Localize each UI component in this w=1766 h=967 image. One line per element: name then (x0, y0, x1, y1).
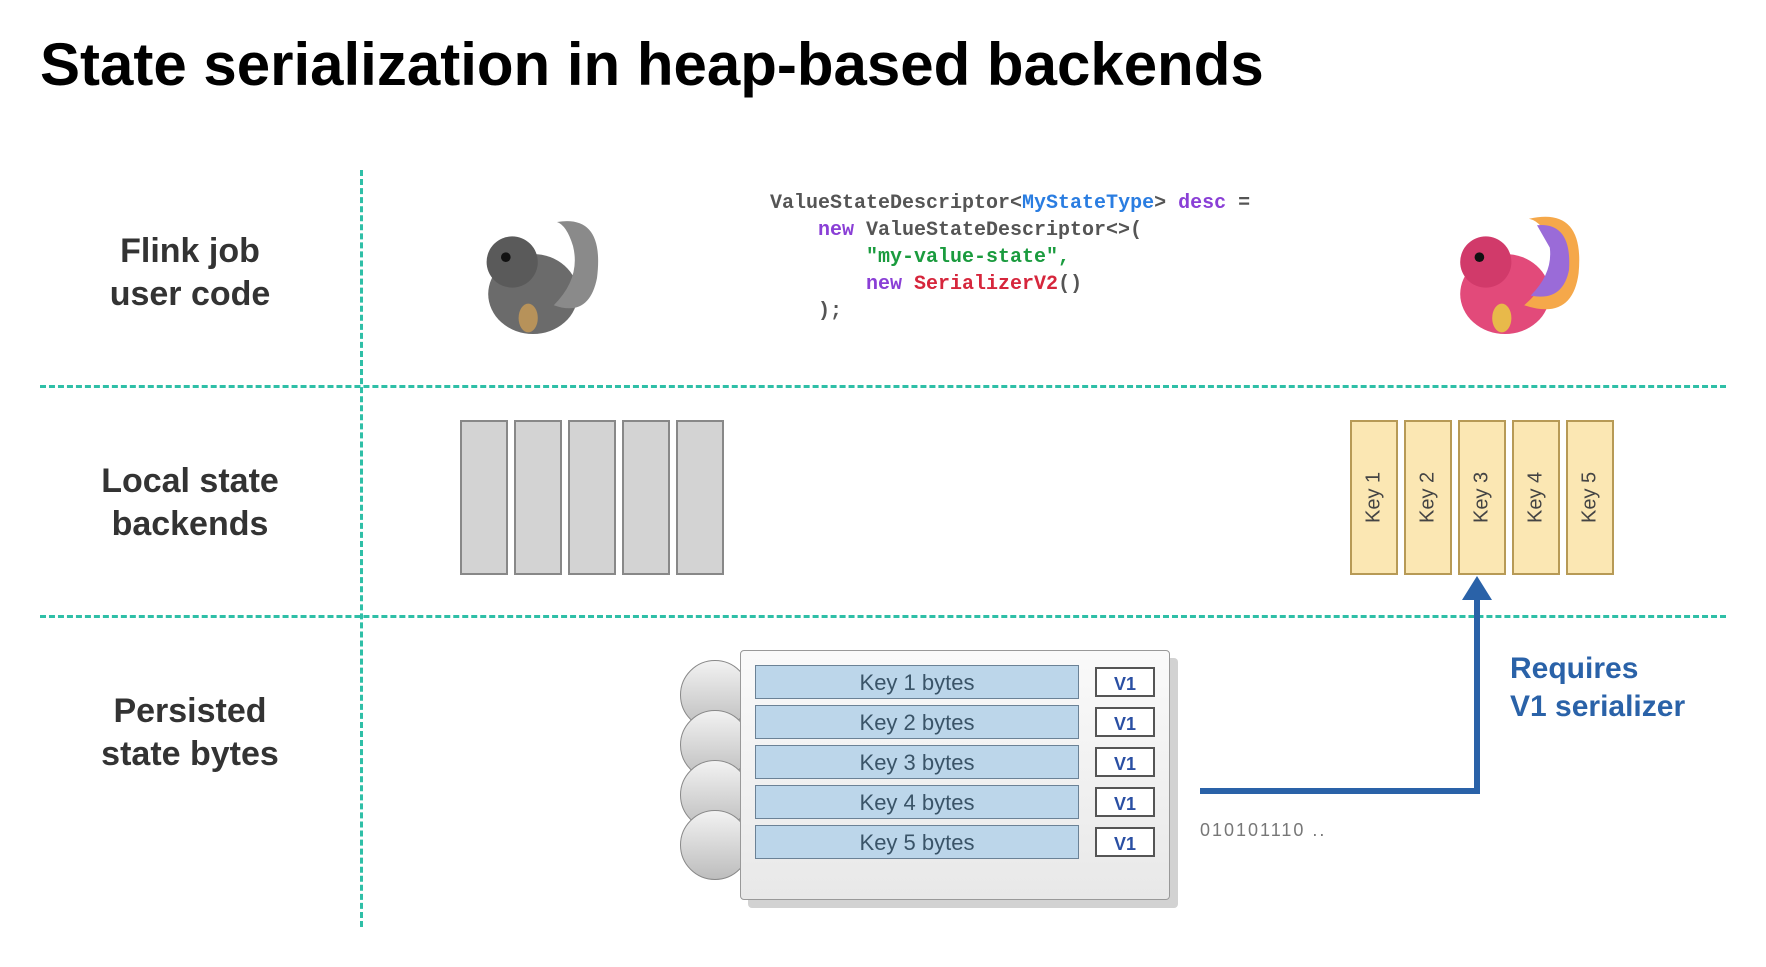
code-t: desc (1178, 192, 1226, 215)
row-label-persisted: Persistedstate bytes (40, 690, 340, 775)
code-t: MyStateType (1022, 192, 1154, 215)
code-snippet: ValueStateDescriptor<MyStateType> desc =… (770, 190, 1310, 325)
squirrel-gray-icon (440, 190, 610, 350)
code-t: SerializerV2 (902, 273, 1058, 296)
slide-title: State serialization in heap-based backen… (40, 30, 1264, 99)
state-bar (514, 420, 562, 575)
state-bar-key: Key 3 (1458, 420, 1506, 575)
row-label-user-code: Flink jobuser code (40, 230, 340, 315)
row-label-local-state: Local statebackends (40, 460, 340, 545)
persisted-db-icon: Key 1 bytes V1 Key 2 bytes V1 Key 3 byte… (700, 650, 1180, 920)
persisted-version: V1 (1095, 787, 1155, 817)
state-bar (676, 420, 724, 575)
code-t: > (1154, 192, 1178, 215)
persisted-key: Key 3 bytes (755, 745, 1079, 779)
code-t: new (770, 219, 854, 242)
arrow-restore-icon (1200, 588, 1490, 808)
persisted-version: V1 (1095, 747, 1155, 777)
persisted-key: Key 4 bytes (755, 785, 1079, 819)
code-t: ValueStateDescriptor<>( (854, 219, 1154, 242)
persisted-version: V1 (1095, 707, 1155, 737)
diagram-grid: Flink jobuser code Local statebackends P… (40, 170, 1726, 927)
local-state-bars-empty (460, 420, 724, 575)
persisted-panel: Key 1 bytes V1 Key 2 bytes V1 Key 3 byte… (740, 650, 1170, 900)
state-bar (568, 420, 616, 575)
persisted-version: V1 (1095, 827, 1155, 857)
grid-vline (360, 170, 363, 927)
persisted-row: Key 5 bytes V1 (755, 825, 1155, 859)
code-t: () (1058, 273, 1082, 296)
state-bar-key: Key 4 (1512, 420, 1560, 575)
state-bar (460, 420, 508, 575)
persisted-key: Key 1 bytes (755, 665, 1079, 699)
persisted-key: Key 2 bytes (755, 705, 1079, 739)
bits-label: 010101110 .. (1200, 820, 1326, 841)
state-bar (622, 420, 670, 575)
code-t: = (1226, 192, 1250, 215)
arrow-label: RequiresV1 serializer (1510, 650, 1685, 725)
code-t: ); (770, 300, 842, 323)
persisted-version: V1 (1095, 667, 1155, 697)
state-bar-key: Key 5 (1566, 420, 1614, 575)
code-t: "my-value-state", (770, 246, 1070, 269)
persisted-key: Key 5 bytes (755, 825, 1079, 859)
state-bar-key: Key 1 (1350, 420, 1398, 575)
local-state-bars-keys: Key 1 Key 2 Key 3 Key 4 Key 5 (1350, 420, 1614, 575)
code-t: new (770, 273, 902, 296)
grid-hline-1 (40, 385, 1726, 388)
squirrel-color-icon (1420, 190, 1590, 350)
persisted-row: Key 3 bytes V1 (755, 745, 1155, 779)
persisted-row: Key 1 bytes V1 (755, 665, 1155, 699)
persisted-row: Key 2 bytes V1 (755, 705, 1155, 739)
persisted-row: Key 4 bytes V1 (755, 785, 1155, 819)
state-bar-key: Key 2 (1404, 420, 1452, 575)
code-t: ValueStateDescriptor< (770, 192, 1022, 215)
